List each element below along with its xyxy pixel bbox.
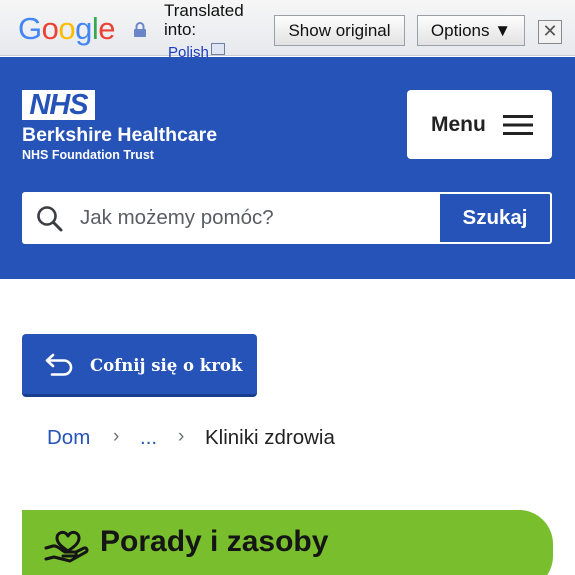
menu-label: Menu [431,113,486,136]
language-select[interactable]: Polish [168,43,225,57]
search-input[interactable]: Jak możemy pomóc? [22,192,438,244]
show-original-button[interactable]: Show original [274,15,405,46]
translate-bar: Google Translated into: Polish Show orig… [0,0,575,57]
advice-banner-label: Porady i zasoby [100,525,329,558]
google-logo: Google [18,11,116,46]
back-button-label: Cofnij się o krok [90,356,243,375]
breadcrumb-separator: › [178,426,185,447]
back-button[interactable]: Cofnij się o krok [22,334,257,397]
back-arrow-icon [44,351,76,381]
menu-button[interactable]: Menu [407,90,552,159]
breadcrumb-separator: › [113,426,120,447]
nhs-logo[interactable]: NHS [22,90,95,120]
lock-icon [133,22,147,42]
advice-resources-banner[interactable]: Porady i zasoby [22,510,553,575]
search-form: Jak możemy pomóc? Szukaj [22,192,552,244]
hamburger-icon [503,114,533,140]
chevron-down-icon [210,43,225,55]
hands-heart-icon [43,526,89,568]
close-icon[interactable]: ✕ [538,20,562,44]
options-button[interactable]: Options ▼ [417,15,525,46]
language-label: Polish [168,44,209,57]
translated-into-label: Translated into: [164,1,244,39]
breadcrumb-ellipsis-link[interactable]: ... [140,425,157,451]
search-placeholder: Jak możemy pomóc? [80,206,274,229]
breadcrumb-home-link[interactable]: Dom [47,425,90,451]
organisation-name: Berkshire Healthcare [22,124,218,146]
search-button[interactable]: Szukaj [438,192,552,244]
site-header: NHS Berkshire Healthcare NHS Foundation … [0,57,575,279]
organisation-subtitle: NHS Foundation Trust [22,148,154,162]
search-icon [36,205,64,237]
breadcrumb-current: Kliniki zdrowia [205,426,335,449]
